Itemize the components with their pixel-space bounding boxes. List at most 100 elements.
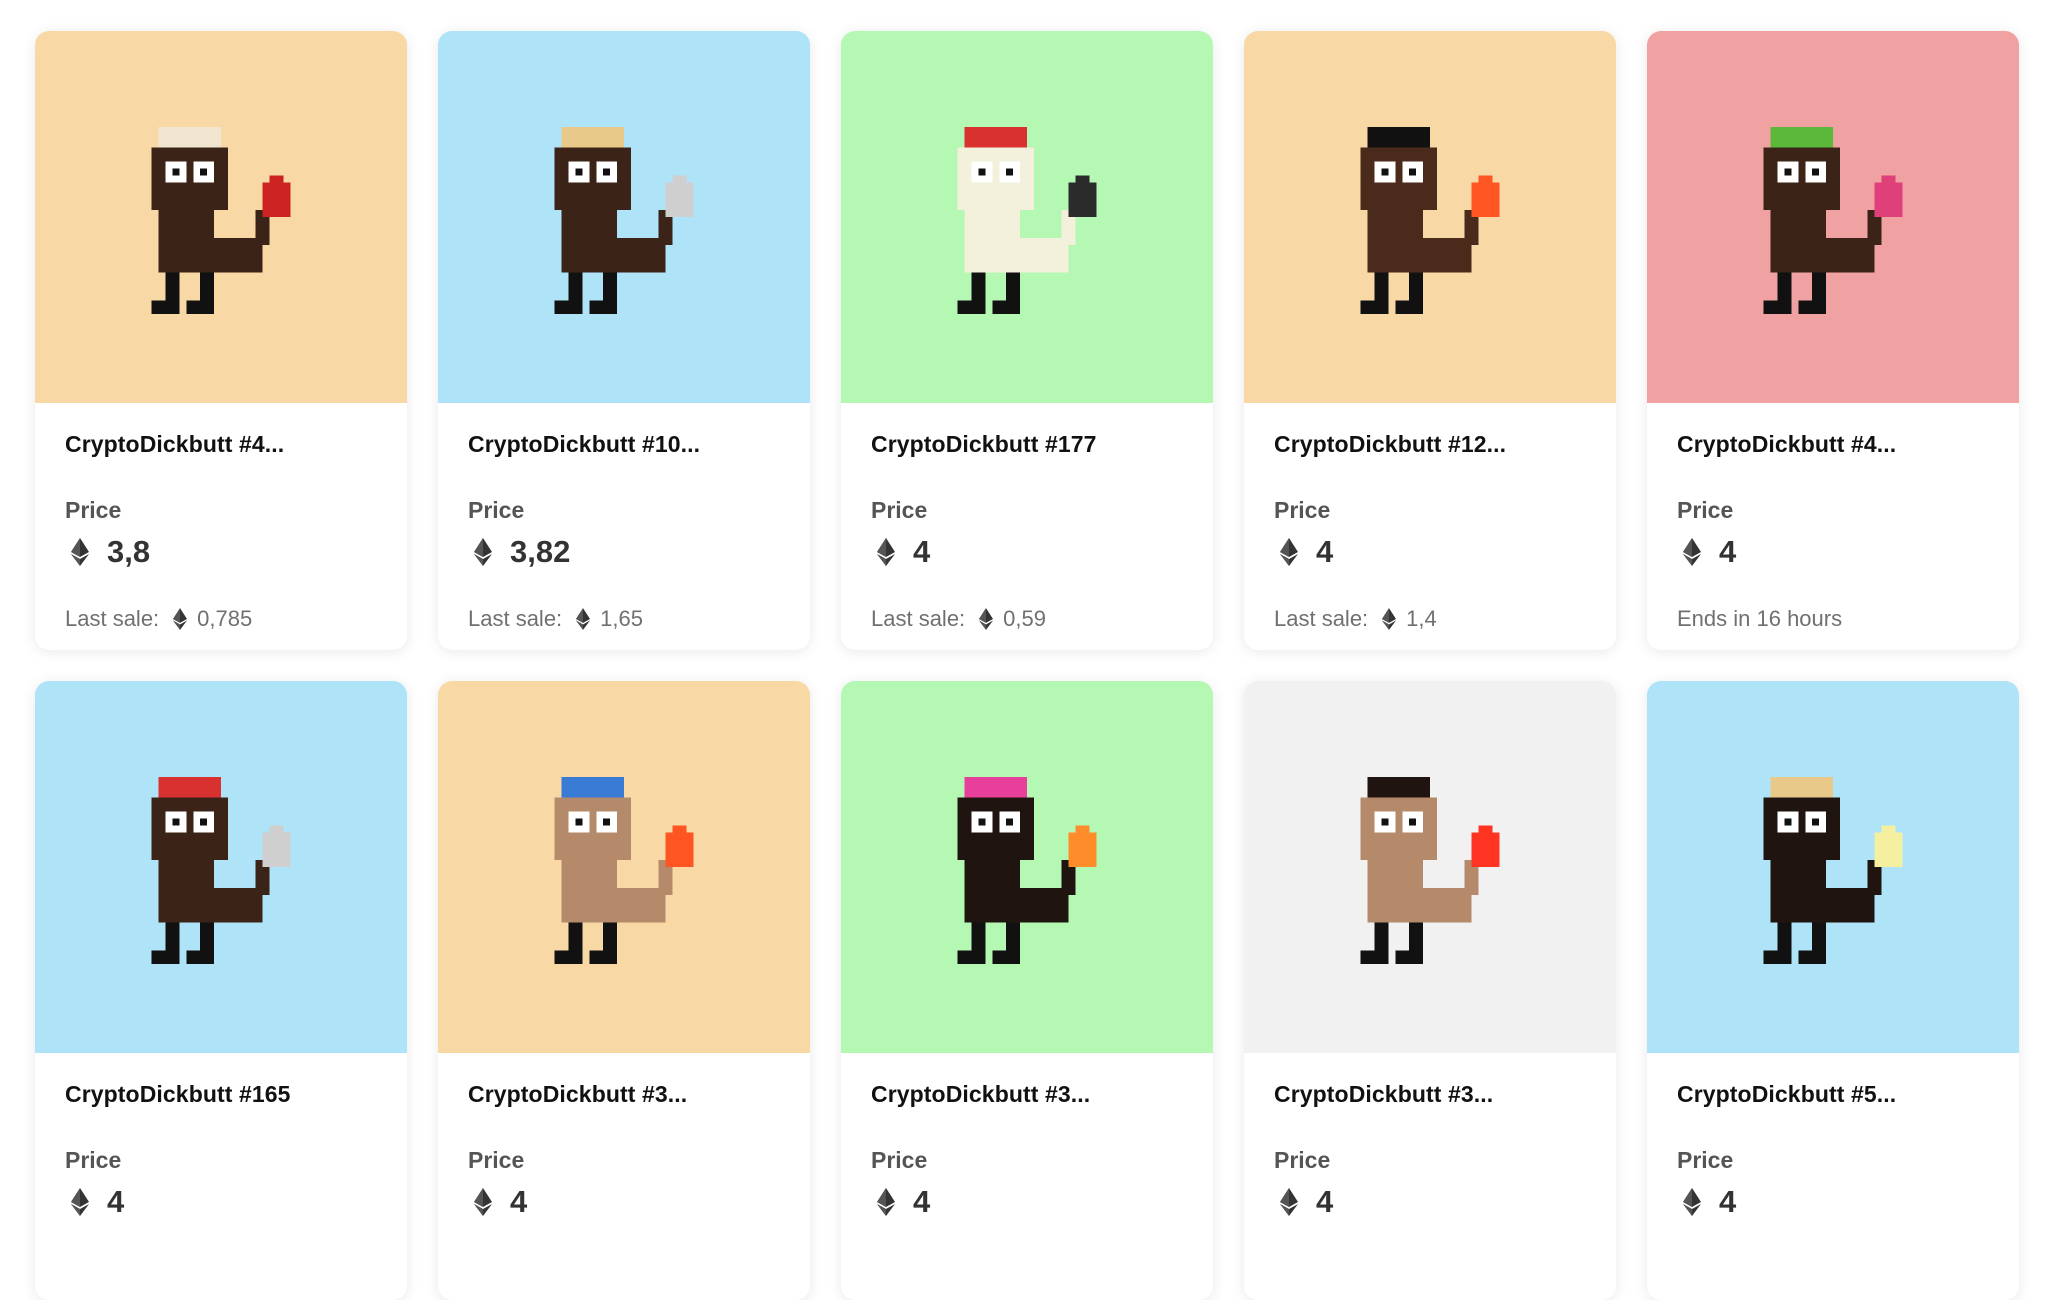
nft-name[interactable]: CryptoDickbutt #4... [1677,431,1989,458]
ethereum-icon [979,608,994,630]
price-value: 4 [913,534,931,569]
nft-name[interactable]: CryptoDickbutt #3... [871,1081,1183,1108]
price-row: 4 [1677,1184,1989,1220]
nft-artwork[interactable] [1647,681,2019,1053]
ethereum-icon [1683,538,1701,566]
ethereum-icon [1683,1188,1701,1216]
nft-card[interactable]: CryptoDickbutt #10... Price 3,82 Last sale:… [438,31,810,650]
auction-ends-text: Ends in 16 hours [1677,606,1843,631]
last-sale-value: 1,65 [600,606,643,631]
price-label: Price [871,497,928,523]
price-value: 4 [913,1184,931,1219]
price-label: Price [1274,497,1331,523]
nft-artwork[interactable] [841,31,1213,403]
last-sale-value: 0,785 [197,606,253,631]
nft-artwork[interactable] [438,31,810,403]
last-sale-value: 0,59 [1003,606,1046,631]
price-label: Price [1677,1147,1734,1173]
nft-artwork[interactable] [438,681,810,1053]
pixel-character-icon [957,776,1097,965]
last-sale: Last sale: 1,65 [468,606,780,632]
ethereum-icon [877,538,895,566]
price-value: 4 [107,1184,125,1219]
ethereum-icon [173,608,188,630]
price-row: 4 [1274,1184,1586,1220]
price-row: 4 [468,1184,780,1220]
nft-artwork[interactable] [841,681,1213,1053]
price-value: 4 [1719,534,1737,569]
ethereum-icon [71,1188,89,1216]
nft-name[interactable]: CryptoDickbutt #165 [65,1081,377,1108]
price-label: Price [468,1147,525,1173]
card-info: CryptoDickbutt #10... Price 3,82 Last sale:… [438,431,810,632]
price-value: 4 [1316,534,1334,569]
nft-name[interactable]: CryptoDickbutt #10... [468,431,780,458]
pixel-character-icon [1360,126,1500,315]
nft-artwork[interactable] [35,31,407,403]
pixel-character-icon [554,126,694,315]
nft-card[interactable]: CryptoDickbutt #4... Price 3,8 Last sale: 0,… [35,31,407,650]
last-sale: Last sale: 1,4 [1274,606,1586,632]
nft-card[interactable]: CryptoDickbutt #12... Price 4 Last sale: 1,4 [1244,31,1616,650]
nft-artwork[interactable] [35,681,407,1053]
last-sale-label: Last sale: [468,606,563,631]
last-sale-label: Last sale: [1274,606,1369,631]
ethereum-icon [1382,608,1397,630]
nft-artwork[interactable] [1244,31,1616,403]
card-info: CryptoDickbutt #4... Price 3,8 Last sale: 0,… [35,431,407,632]
last-sale-label: Last sale: [65,606,160,631]
nft-card[interactable]: CryptoDickbutt #4... Price 4 Ends in 16 hou… [1647,31,2019,650]
pixel-character-icon [1763,776,1903,965]
nft-artwork[interactable] [1244,681,1616,1053]
last-sale: Last sale: 0,59 [871,606,1183,632]
ethereum-icon [71,538,89,566]
last-sale: Last sale: 0,785 [65,606,377,632]
price-label: Price [468,497,525,523]
price-label: Price [871,1147,928,1173]
price-label: Price [1274,1147,1331,1173]
card-info: CryptoDickbutt #3... Price 4 [841,1081,1213,1220]
price-label: Price [1677,497,1734,523]
ethereum-icon [576,608,591,630]
nft-name[interactable]: CryptoDickbutt #4... [65,431,377,458]
ethereum-icon [474,538,492,566]
price-label: Price [65,1147,122,1173]
last-sale-value: 1,4 [1406,606,1437,631]
auction-ends: Ends in 16 hours [1677,606,1989,632]
card-info: CryptoDickbutt #12... Price 4 Last sale: 1,4 [1244,431,1616,632]
nft-name[interactable]: CryptoDickbutt #3... [468,1081,780,1108]
price-value: 4 [510,1184,528,1219]
nft-artwork[interactable] [1647,31,2019,403]
last-sale-label: Last sale: [871,606,966,631]
price-row: 4 [1677,534,1989,570]
nft-card[interactable]: CryptoDickbutt #5... Price 4 [1647,681,2019,1300]
card-info: CryptoDickbutt #177 Price 4 Last sale: 0,59 [841,431,1213,632]
card-info: CryptoDickbutt #3... Price 4 [1244,1081,1616,1220]
ethereum-icon [1280,538,1298,566]
price-row: 3,8 [65,534,377,570]
nft-grid: CryptoDickbutt #4... Price 3,8 Last sale: 0,… [35,31,2019,1300]
price-value: 3,82 [510,534,571,569]
nft-card[interactable]: CryptoDickbutt #3... Price 4 [438,681,810,1300]
pixel-character-icon [151,776,291,965]
price-row: 3,82 [468,534,780,570]
pixel-character-icon [957,126,1097,315]
ethereum-icon [1280,1188,1298,1216]
nft-card[interactable]: CryptoDickbutt #3... Price 4 [1244,681,1616,1300]
card-info: CryptoDickbutt #165 Price 4 [35,1081,407,1220]
pixel-character-icon [151,126,291,315]
price-value: 4 [1719,1184,1737,1219]
ethereum-icon [474,1188,492,1216]
pixel-character-icon [554,776,694,965]
nft-card[interactable]: CryptoDickbutt #177 Price 4 Last sale: 0,59 [841,31,1213,650]
nft-name[interactable]: CryptoDickbutt #3... [1274,1081,1586,1108]
price-value: 4 [1316,1184,1334,1219]
price-row: 4 [871,1184,1183,1220]
nft-name[interactable]: CryptoDickbutt #177 [871,431,1183,458]
nft-card[interactable]: CryptoDickbutt #3... Price 4 [841,681,1213,1300]
nft-name[interactable]: CryptoDickbutt #5... [1677,1081,1989,1108]
nft-name[interactable]: CryptoDickbutt #12... [1274,431,1586,458]
nft-card[interactable]: CryptoDickbutt #165 Price 4 [35,681,407,1300]
pixel-character-icon [1360,776,1500,965]
price-row: 4 [1274,534,1586,570]
